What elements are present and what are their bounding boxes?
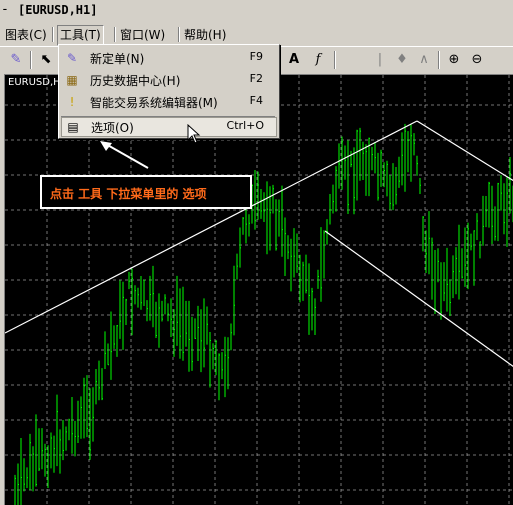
line-bar-icon[interactable]: | (370, 50, 390, 70)
candle-icon[interactable]: ♦ (392, 50, 412, 70)
menu-item-shortcut: F9 (249, 50, 263, 63)
mouse-cursor-icon (187, 124, 201, 144)
new-order-icon: ✎ (66, 51, 78, 65)
menu-tools[interactable]: 工具(T) (57, 25, 104, 46)
title-bar: - [EURUSD,H1] (0, 0, 513, 22)
menu-separator (114, 27, 116, 42)
menu-chart[interactable]: 图表(C) (5, 27, 47, 43)
tools-dropdown-menu: ✎ 新定单(N) F9 ▦ 历史数据中心(H) F2 ! 智能交易系统编辑器(M… (58, 44, 280, 139)
zoom-in-icon[interactable]: ⊕ (444, 50, 464, 70)
options-icon: ▤ (67, 120, 79, 134)
annotation-text: 点击 工具 下拉菜单里的 选项 (50, 187, 207, 201)
cursor-icon[interactable]: ⬉ (36, 50, 56, 70)
window-title: [EURUSD,H1] (18, 3, 98, 17)
text-icon[interactable]: A (284, 50, 304, 70)
menu-item-options[interactable]: ▤ 选项(O) Ctrl+O (61, 117, 277, 137)
toolbar-separator (438, 51, 440, 69)
menu-item-shortcut: Ctrl+O (226, 119, 264, 132)
toolbar-separator (30, 51, 32, 69)
line-chart-icon[interactable]: ∧ (414, 50, 434, 70)
menu-item-label: 历史数据中心(H) (90, 74, 181, 88)
menu-separator (178, 27, 180, 42)
zoom-out-icon[interactable]: ⊖ (467, 50, 487, 70)
menu-item-shortcut: F4 (249, 94, 263, 107)
price-chart (5, 75, 513, 505)
toolbar-separator (334, 51, 336, 69)
menu-item-history-center[interactable]: ▦ 历史数据中心(H) F2 (61, 69, 275, 91)
menu-help[interactable]: 帮助(H) (184, 27, 226, 43)
expert-editor-icon: ! (69, 95, 75, 109)
menu-bar: 图表(C) 工具(T) 窗口(W) 帮助(H) (0, 24, 513, 46)
menu-item-label: 智能交易系统编辑器(M) (90, 96, 218, 110)
menu-window[interactable]: 窗口(W) (120, 27, 165, 43)
menu-item-new-order[interactable]: ✎ 新定单(N) F9 (61, 47, 275, 69)
magic-pen-icon[interactable]: ✎ (6, 50, 26, 70)
menu-item-shortcut: F2 (249, 72, 263, 85)
menu-separator (52, 27, 54, 42)
chart-symbol-label: EURUSD,H (8, 77, 61, 88)
history-center-icon: ▦ (66, 73, 78, 87)
annotation-callout: 点击 工具 下拉菜单里的 选项 (40, 175, 252, 209)
system-menu-icon[interactable]: - (1, 2, 9, 17)
menu-item-expert-editor[interactable]: ! 智能交易系统编辑器(M) F4 (61, 91, 275, 113)
menu-item-label: 新定单(N) (90, 52, 145, 66)
function-icon[interactable]: f (308, 50, 328, 70)
menu-item-label: 选项(O) (91, 121, 134, 135)
